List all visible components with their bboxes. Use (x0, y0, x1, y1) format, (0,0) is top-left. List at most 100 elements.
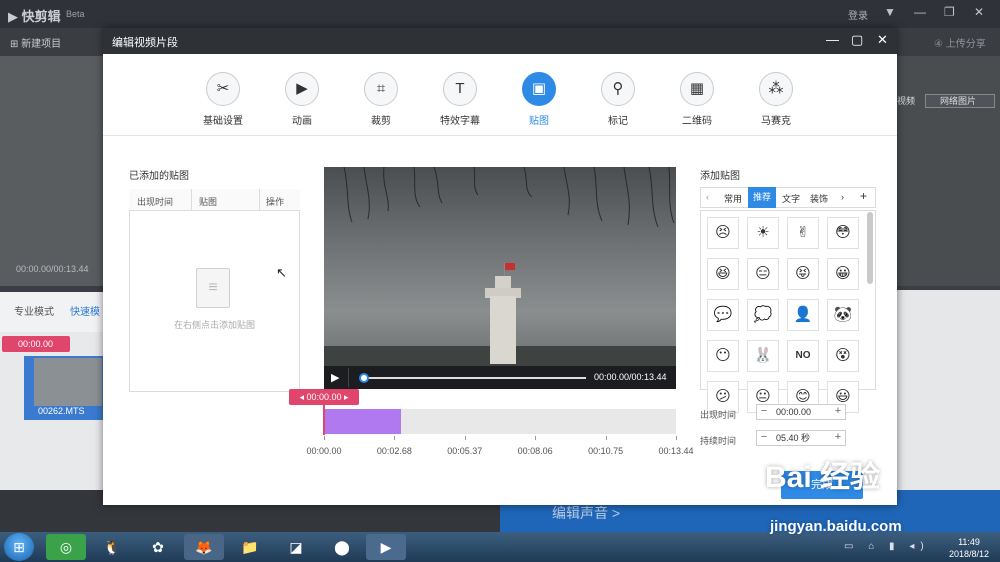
appear-time-label: 出现时间 (700, 410, 737, 420)
baidu-watermark: Bai 经验 (765, 461, 881, 494)
app-icon[interactable]: ◪ (276, 534, 316, 560)
controls-divider (348, 368, 349, 387)
new-project-icon: ⊞ (10, 39, 22, 50)
video-progress-bar[interactable] (362, 377, 586, 379)
timeline-tick-mark (394, 436, 396, 440)
sticker-tab-common[interactable]: 常用 (724, 192, 742, 205)
tabs-prev-icon[interactable]: ‹ (706, 192, 709, 202)
crop-icon: ⌗ (364, 72, 398, 106)
dialog-maximize-icon[interactable]: ▢ (851, 32, 863, 48)
appear-time-value[interactable]: 00:00.00 (776, 405, 811, 419)
video-tab[interactable]: 视频 (897, 94, 915, 107)
text-icon: T (443, 72, 477, 106)
sticker-item[interactable]: 😵 (827, 340, 859, 372)
tool-tab-3[interactable]: T 特效字幕 (425, 72, 495, 127)
sticker-item[interactable]: ☀ (747, 217, 779, 249)
upload-share-button[interactable]: ④ 上传分享 (934, 35, 986, 50)
mosaic-icon: ⁂ (759, 72, 793, 106)
tool-tab-2[interactable]: ⌗ 裁剪 (346, 72, 416, 127)
dialog-close-icon[interactable]: ✕ (877, 32, 888, 48)
appear-time-minus[interactable]: − (757, 404, 771, 420)
sticker-item[interactable]: 😝 (787, 258, 819, 290)
column-appear-time: 出现时间 (137, 197, 174, 207)
tool-tab-label: 贴图 (529, 116, 549, 127)
network-image-tab[interactable]: 网络图片 (925, 94, 995, 108)
clip-name: 00262.MTS (38, 406, 85, 416)
sticker-item[interactable]: 🐰 (747, 340, 779, 372)
system-tray-icons[interactable]: ▭ ⌂ ▮ ◂) (844, 541, 930, 552)
add-tab-icon[interactable]: + (860, 189, 867, 203)
sticker-item[interactable]: 😆 (707, 258, 739, 290)
background-preview-time: 00:00.00/00:13.44 (16, 264, 89, 274)
tool-tab-label: 基础设置 (203, 116, 243, 127)
duration-value[interactable]: 05.40 秒 (776, 431, 810, 445)
qq-icon[interactable]: 🐧 (92, 534, 132, 560)
tool-tab-1[interactable]: ▶ 动画 (267, 72, 337, 127)
tool-tab-label: 特效字幕 (440, 116, 480, 127)
timeline-playhead[interactable] (323, 405, 325, 435)
tool-tab-label: 二维码 (682, 116, 712, 127)
sticker-scrollbar[interactable] (867, 212, 873, 284)
sticker-item[interactable]: 💭 (747, 299, 779, 331)
timeline-tick-mark (464, 436, 466, 440)
tool-tab-label: 动画 (292, 116, 312, 127)
media-player-icon[interactable]: ✿ (138, 534, 178, 560)
timeline-tick-label: 00:05.37 (447, 446, 483, 456)
minimize-icon[interactable]: — (914, 5, 926, 19)
tool-tab-6[interactable]: ▦ 二维码 (662, 72, 732, 127)
sticker-tab-recommended[interactable]: 推荐 (748, 187, 776, 208)
file-explorer-icon[interactable]: 📁 (230, 534, 270, 560)
sticker-tab-text[interactable]: 文字 (782, 192, 800, 205)
kuaijianji-icon[interactable]: ▶ (366, 534, 406, 560)
browser-360-icon[interactable]: ◎ (46, 534, 86, 560)
firefox-icon[interactable]: 🦊 (184, 534, 224, 560)
sticker-item[interactable]: 💬 (707, 299, 739, 331)
sticker-item[interactable]: 👤 (787, 299, 819, 331)
new-project-button[interactable]: ⊞ 新建项目 (10, 35, 61, 50)
scissors-icon: ✂ (206, 72, 240, 106)
clock[interactable]: 11:49 2018/8/12 (942, 536, 996, 560)
background-timeline-marker[interactable]: 00:00.00 (2, 336, 70, 352)
pin-icon: ⚲ (601, 72, 635, 106)
recorder-icon[interactable]: ⬤ (322, 534, 362, 560)
fast-mode-tab[interactable]: 快速模 (70, 303, 100, 318)
timeline-tick-mark (605, 436, 607, 440)
duration-plus[interactable]: + (831, 430, 845, 446)
start-button[interactable]: ⊞ (4, 533, 34, 561)
sticker-item[interactable]: NO (787, 340, 819, 372)
background-timeline-right (897, 290, 1000, 490)
pro-mode-tab[interactable]: 专业模式 (14, 303, 54, 318)
tool-tab-4[interactable]: ▣ 贴图 (504, 72, 574, 127)
duration-label: 持续时间 (700, 436, 737, 446)
timeline-marker[interactable]: ◂ 00:00.00 ▸ (289, 389, 359, 405)
login-link[interactable]: 登录 (848, 7, 868, 22)
edit-audio-button[interactable]: 编辑声音 > (552, 503, 620, 523)
menu-icon[interactable]: ▼ (884, 5, 896, 19)
sticker-duration-bar[interactable] (324, 409, 402, 434)
sticker-item[interactable]: 😳 (827, 217, 859, 249)
tabs-next-icon[interactable]: › (841, 192, 844, 202)
tool-tab-5[interactable]: ⚲ 标记 (583, 72, 653, 127)
sticker-item[interactable]: 🐼 (827, 299, 859, 331)
sticker-item[interactable]: ✌ (787, 217, 819, 249)
restore-icon[interactable]: ❐ (944, 5, 955, 19)
appear-time-plus[interactable]: + (831, 404, 845, 420)
tool-tab-0[interactable]: ✂ 基础设置 (188, 72, 258, 127)
timeline-tick-label: 00:08.06 (517, 446, 553, 456)
duration-minus[interactable]: − (757, 430, 771, 446)
tool-tab-7[interactable]: ⁂ 马赛克 (741, 72, 811, 127)
timeline-tick-mark (324, 436, 325, 440)
sticker-item[interactable]: 😑 (747, 258, 779, 290)
app-badge: Beta (66, 9, 85, 19)
dialog-minimize-icon[interactable]: — (826, 32, 839, 47)
close-icon[interactable]: ✕ (974, 5, 984, 19)
sticker-item[interactable]: 😀 (827, 258, 859, 290)
column-sticker: 贴图 (199, 197, 218, 207)
video-progress-knob[interactable] (359, 373, 369, 383)
sticker-tab-decor[interactable]: 装饰 (810, 192, 828, 205)
timeline-tick-mark (676, 436, 677, 440)
sticker-item[interactable]: 😶 (707, 340, 739, 372)
sticker-item[interactable]: 😣 (707, 217, 739, 249)
play-icon[interactable]: ▶ (331, 371, 339, 384)
timeline-tick-label: 00:10.75 (588, 446, 624, 456)
